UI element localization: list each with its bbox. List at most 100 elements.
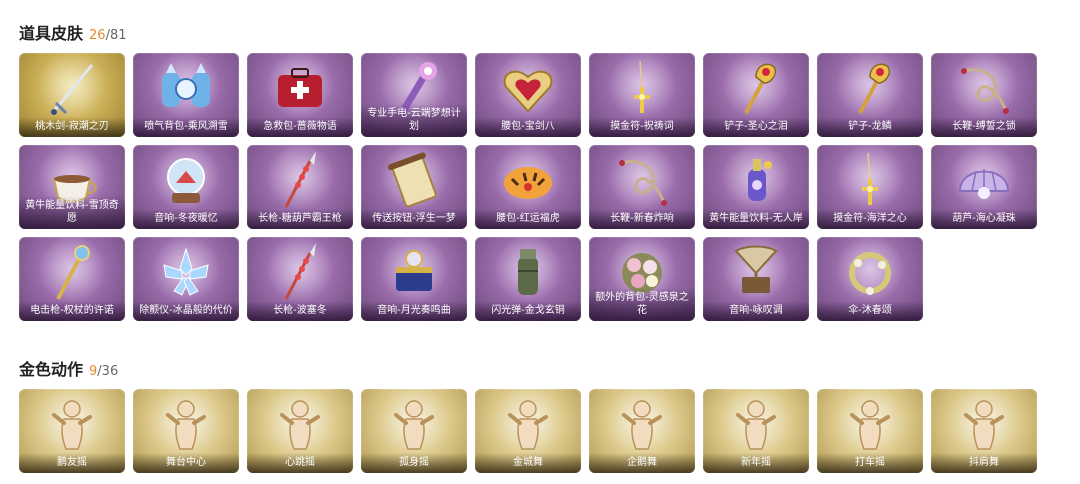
item-card[interactable]: 新年摇 — [703, 389, 809, 473]
scepter-icon — [56, 245, 90, 300]
item-name: 除颤仪-冰晶般的代价 — [133, 301, 239, 321]
snowglobe-icon — [167, 158, 205, 203]
item-name: 桃木剑-寂潮之刃 — [19, 117, 125, 137]
whip-icon — [961, 68, 1009, 114]
pose-icon — [622, 400, 662, 450]
item-grid: 桃木剑-寂潮之刃 喷气背包-乘风溯雪 急救包-蔷薇物语 专业手电-云端梦想计划 腰包-宝… — [19, 53, 1037, 321]
item-card[interactable]: 打车摇 — [817, 389, 923, 473]
item-card[interactable]: 铲子-龙鳞 — [817, 53, 923, 137]
item-card[interactable]: 长枪-糖葫芦霸王枪 — [247, 145, 353, 229]
item-card[interactable]: 腰包-红运福虎 — [475, 145, 581, 229]
section-title: 道具皮肤 26/81 — [19, 20, 1037, 43]
item-card[interactable]: 音响-月光奏鸣曲 — [361, 237, 467, 321]
item-name: 企鹅舞 — [589, 453, 695, 473]
item-card[interactable]: 抖肩舞 — [931, 389, 1037, 473]
whip-icon — [619, 160, 667, 206]
item-name: 急救包-蔷薇物语 — [247, 117, 353, 137]
item-card[interactable]: 心跳摇 — [247, 389, 353, 473]
item-card[interactable]: 摸金符-海洋之心 — [817, 145, 923, 229]
section-gold-actions: 金色动作 9/36 鹏友摇 舞台中心 心跳摇 孤身摇 金城舞 企鹅舞 新年摇 打车摇 抖肩舞 — [19, 356, 1037, 473]
item-name: 摸金符-祝祷词 — [589, 117, 695, 137]
item-card[interactable]: 桃木剑-寂潮之刃 — [19, 53, 125, 137]
item-card[interactable]: 摸金符-祝祷词 — [589, 53, 695, 137]
pose-icon — [850, 400, 890, 450]
ice-flower-icon — [163, 247, 209, 296]
section-title-text: 道具皮肤 — [19, 24, 84, 43]
item-card[interactable]: 金城舞 — [475, 389, 581, 473]
item-card[interactable]: 喷气背包-乘风溯雪 — [133, 53, 239, 137]
item-card[interactable]: 音响-咏叹调 — [703, 237, 809, 321]
item-card[interactable]: 音响-冬夜暖忆 — [133, 145, 239, 229]
item-card[interactable]: 长鞭-新春炸响 — [589, 145, 695, 229]
item-name: 摸金符-海洋之心 — [817, 209, 923, 229]
item-name: 音响-咏叹调 — [703, 301, 809, 321]
item-name: 新年摇 — [703, 453, 809, 473]
heart-bag-icon — [503, 70, 553, 113]
section-item-skins: 道具皮肤 26/81 桃木剑-寂潮之刃 喷气背包-乘风溯雪 急救包-蔷薇物语 专业手电… — [19, 20, 1037, 321]
item-name: 专业手电-云端梦想计划 — [361, 104, 467, 137]
jetpack-icon — [162, 63, 210, 107]
pose-icon — [394, 400, 434, 450]
item-card[interactable]: 长枪-波塞冬 — [247, 237, 353, 321]
item-card[interactable]: 长鞭-缚誓之锁 — [931, 53, 1037, 137]
item-name: 心跳摇 — [247, 453, 353, 473]
spear-icon — [284, 151, 316, 208]
section-title-text: 金色动作 — [19, 360, 84, 379]
shell-icon — [958, 169, 1010, 199]
item-card[interactable]: 闪光弹-金戈玄铜 — [475, 237, 581, 321]
item-name: 长鞭-缚誓之锁 — [931, 117, 1037, 137]
item-name: 音响-冬夜暖忆 — [133, 209, 239, 229]
item-card[interactable]: 黄牛能量饮料-雪顶奇愿 — [19, 145, 125, 229]
item-name: 电击枪-权杖的许诺 — [19, 301, 125, 321]
item-name: 铲子-圣心之泪 — [703, 117, 809, 137]
charm-icon — [634, 60, 650, 113]
item-name: 额外的背包-灵感泉之花 — [589, 288, 695, 321]
item-name: 鹏友摇 — [19, 453, 125, 473]
item-card[interactable]: 舞台中心 — [133, 389, 239, 473]
scroll-icon — [387, 152, 437, 208]
bottle-icon — [748, 159, 772, 201]
music-box-icon — [396, 250, 432, 291]
item-name: 腰包-红运福虎 — [475, 209, 581, 229]
collection-count: 9/36 — [89, 364, 119, 379]
item-name: 闪光弹-金戈玄铜 — [475, 301, 581, 321]
pose-icon — [964, 400, 1004, 450]
item-card[interactable]: 除颤仪-冰晶般的代价 — [133, 237, 239, 321]
item-card[interactable]: 腰包-宝剑八 — [475, 53, 581, 137]
item-card[interactable]: 黄牛能量饮料-无人岸 — [703, 145, 809, 229]
sword-icon — [51, 64, 94, 115]
item-name: 金城舞 — [475, 453, 581, 473]
item-name: 黄牛能量饮料-无人岸 — [703, 209, 809, 229]
item-name: 抖肩舞 — [931, 453, 1037, 473]
item-name: 葫芦-海心凝珠 — [931, 209, 1037, 229]
item-name: 孤身摇 — [361, 453, 467, 473]
item-card[interactable]: 鹏友摇 — [19, 389, 125, 473]
gramophone-icon — [734, 245, 778, 293]
item-card[interactable]: 急救包-蔷薇物语 — [247, 53, 353, 137]
item-card[interactable]: 专业手电-云端梦想计划 — [361, 53, 467, 137]
item-card[interactable]: 铲子-圣心之泪 — [703, 53, 809, 137]
item-card[interactable]: 孤身摇 — [361, 389, 467, 473]
shovel-icon — [858, 63, 890, 114]
item-card[interactable]: 伞-沐春颂 — [817, 237, 923, 321]
item-name: 伞-沐春颂 — [817, 301, 923, 321]
pose-icon — [280, 400, 320, 450]
item-name: 腰包-宝剑八 — [475, 117, 581, 137]
item-card[interactable]: 企鹅舞 — [589, 389, 695, 473]
item-card[interactable]: 传送按钮-浮生一梦 — [361, 145, 467, 229]
item-card[interactable]: 电击枪-权杖的许诺 — [19, 237, 125, 321]
pose-icon — [166, 400, 206, 450]
pose-icon — [52, 400, 92, 450]
wreath-icon — [849, 252, 891, 295]
item-card[interactable]: 额外的背包-灵感泉之花 — [589, 237, 695, 321]
grenade-icon — [518, 249, 538, 295]
medkit-icon — [278, 68, 322, 107]
item-name: 黄牛能量饮料-雪顶奇愿 — [19, 196, 125, 229]
item-name: 长鞭-新春炸响 — [589, 209, 695, 229]
item-name: 长枪-波塞冬 — [247, 301, 353, 321]
shovel-icon — [744, 63, 776, 114]
tiger-bag-icon — [504, 167, 552, 199]
charm-icon — [862, 152, 878, 205]
item-name: 打车摇 — [817, 453, 923, 473]
item-card[interactable]: 葫芦-海心凝珠 — [931, 145, 1037, 229]
